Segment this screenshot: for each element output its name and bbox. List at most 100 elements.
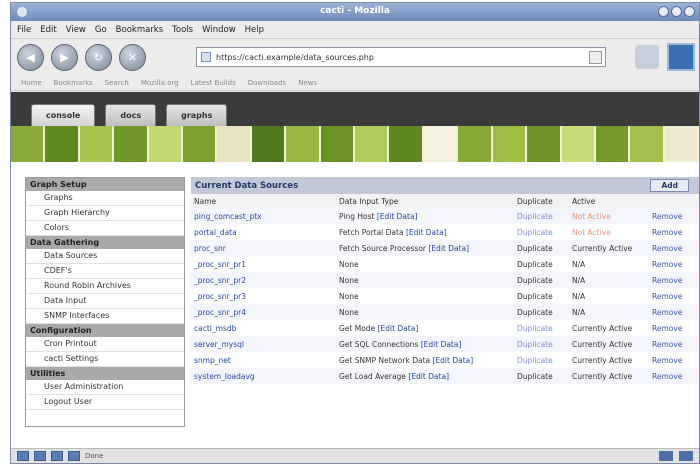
menu-window[interactable]: Window	[202, 25, 236, 35]
source-name-link[interactable]: cacti_msdb	[191, 320, 336, 336]
source-name-link[interactable]: _proc_snr_pr4	[191, 304, 336, 320]
remove-link[interactable]: Remove	[649, 304, 699, 320]
edit-data-link[interactable]: [Edit Data]	[408, 372, 449, 381]
tab-console[interactable]: console	[31, 104, 96, 126]
input-type-cell: Get Mode [Edit Data]	[336, 320, 514, 336]
remove-link[interactable]: Remove	[649, 288, 699, 304]
minimize-icon[interactable]	[658, 6, 669, 17]
duplicate-link[interactable]: Duplicate	[514, 208, 569, 224]
menu-tools[interactable]: Tools	[172, 25, 193, 35]
column-remove	[649, 194, 699, 208]
duplicate-link[interactable]: Duplicate	[514, 336, 569, 352]
remove-link[interactable]: Remove	[649, 320, 699, 336]
maximize-icon[interactable]	[671, 6, 682, 17]
data-sources-panel: Current Data Sources Add Name Data Input…	[191, 177, 699, 447]
edit-data-link[interactable]: [Edit Data]	[428, 244, 469, 253]
remove-link[interactable]: Remove	[649, 336, 699, 352]
print-icon[interactable]	[635, 45, 659, 69]
url-bar[interactable]: https://cacti.example/data_sources.php	[196, 47, 606, 67]
sidebar-item-graph-hierarchy[interactable]: Graph Hierarchy	[26, 206, 184, 221]
add-button[interactable]: Add	[650, 179, 689, 192]
remove-link[interactable]: Remove	[649, 368, 699, 384]
input-type-text: Fetch Portal Data	[339, 227, 404, 237]
menu-help[interactable]: Help	[245, 25, 264, 35]
bookmark-home[interactable]: Home	[21, 79, 42, 87]
sidebar-item-user-administration[interactable]: User Administration	[26, 380, 184, 395]
menu-bookmarks[interactable]: Bookmarks	[116, 25, 164, 35]
duplicate-link[interactable]: Duplicate	[514, 272, 569, 288]
active-status-link[interactable]: Not Active	[569, 224, 649, 240]
source-name-link[interactable]: _proc_snr_pr2	[191, 272, 336, 288]
edit-data-link[interactable]: [Edit Data]	[378, 324, 419, 333]
bookmark-news[interactable]: News	[298, 79, 317, 87]
composer-icon[interactable]	[51, 451, 63, 461]
bookmark-downloads[interactable]: Downloads	[248, 79, 286, 87]
banner-segment	[286, 126, 321, 162]
remove-link[interactable]: Remove	[649, 224, 699, 240]
active-status-text: N/A	[572, 291, 586, 301]
sidebar-item-data-sources[interactable]: Data Sources	[26, 249, 184, 264]
navigator-icon[interactable]	[17, 451, 29, 461]
source-name-link[interactable]: _proc_snr_pr1	[191, 256, 336, 272]
menu-edit[interactable]: Edit	[40, 25, 56, 35]
reload-button[interactable]: ↻	[85, 43, 112, 71]
duplicate-link[interactable]: Duplicate	[514, 352, 569, 368]
table-row: _proc_snr_pr2 None Duplicate N/A Remove	[191, 272, 699, 288]
menu-file[interactable]: File	[17, 25, 31, 35]
edit-data-link[interactable]: [Edit Data]	[377, 212, 418, 221]
bookmark-search[interactable]: Search	[105, 79, 129, 87]
table-row: snmp_net Get SNMP Network Data [Edit Dat…	[191, 352, 699, 368]
duplicate-link[interactable]: Duplicate	[514, 256, 569, 272]
tab-graphs[interactable]: graphs	[166, 104, 228, 126]
source-name-link[interactable]: portal_data	[191, 224, 336, 240]
duplicate-link[interactable]: Duplicate	[514, 240, 569, 256]
menu-go[interactable]: Go	[95, 25, 107, 35]
source-name-link[interactable]: ping_comcast_ptx	[191, 208, 336, 224]
sidebar-item-snmp-interfaces[interactable]: SNMP Interfaces	[26, 309, 184, 324]
duplicate-link[interactable]: Duplicate	[514, 320, 569, 336]
sidebar-item-logout-user[interactable]: Logout User	[26, 395, 184, 410]
sidebar-item-graphs[interactable]: Graphs	[26, 191, 184, 206]
back-button[interactable]: ◀	[17, 43, 44, 71]
column-name: Name	[191, 194, 336, 208]
edit-data-link[interactable]: [Edit Data]	[433, 356, 474, 365]
edit-data-link[interactable]: [Edit Data]	[406, 228, 447, 237]
sidebar-item-cron-printout[interactable]: Cron Printout	[26, 337, 184, 352]
sidebar-item-cdefs[interactable]: CDEF's	[26, 264, 184, 279]
duplicate-link[interactable]: Duplicate	[514, 368, 569, 384]
duplicate-link[interactable]: Duplicate	[514, 288, 569, 304]
favicon-icon	[201, 52, 211, 62]
remove-link[interactable]: Remove	[649, 256, 699, 272]
remove-link[interactable]: Remove	[649, 240, 699, 256]
bookmark-mozilla[interactable]: Mozilla.org	[141, 79, 179, 87]
remove-link[interactable]: Remove	[649, 352, 699, 368]
remove-link[interactable]: Remove	[649, 208, 699, 224]
sidebar-item-cacti-settings[interactable]: cacti Settings	[26, 352, 184, 367]
source-name-link[interactable]: system_loadavg	[191, 368, 336, 384]
source-name-link[interactable]: server_mysql	[191, 336, 336, 352]
edit-data-link[interactable]: [Edit Data]	[421, 340, 462, 349]
active-status-text: N/A	[572, 259, 586, 269]
active-status-link[interactable]: Not Active	[569, 208, 649, 224]
menu-view[interactable]: View	[66, 25, 86, 35]
source-name-link[interactable]: snmp_net	[191, 352, 336, 368]
sidebar-item-data-input[interactable]: Data Input	[26, 294, 184, 309]
sidebar-item-round-robin-archives[interactable]: Round Robin Archives	[26, 279, 184, 294]
address-book-icon[interactable]	[68, 451, 80, 461]
table-row: _proc_snr_pr1 None Duplicate N/A Remove	[191, 256, 699, 272]
remove-link[interactable]: Remove	[649, 272, 699, 288]
stop-button[interactable]: ✕	[119, 43, 146, 71]
go-icon[interactable]	[589, 51, 602, 64]
source-name-link[interactable]: proc_snr	[191, 240, 336, 256]
source-name-link[interactable]: _proc_snr_pr3	[191, 288, 336, 304]
bookmark-latest-builds[interactable]: Latest Builds	[191, 79, 236, 87]
forward-button[interactable]: ▶	[51, 43, 78, 71]
table-row: proc_snr Fetch Source Processor [Edit Da…	[191, 240, 699, 256]
tab-docs[interactable]: docs	[105, 104, 157, 126]
close-icon[interactable]	[684, 6, 695, 17]
mail-icon[interactable]	[34, 451, 46, 461]
bookmark-bookmarks[interactable]: Bookmarks	[54, 79, 93, 87]
duplicate-link[interactable]: Duplicate	[514, 224, 569, 240]
duplicate-link[interactable]: Duplicate	[514, 304, 569, 320]
sidebar-item-colors[interactable]: Colors	[26, 221, 184, 236]
